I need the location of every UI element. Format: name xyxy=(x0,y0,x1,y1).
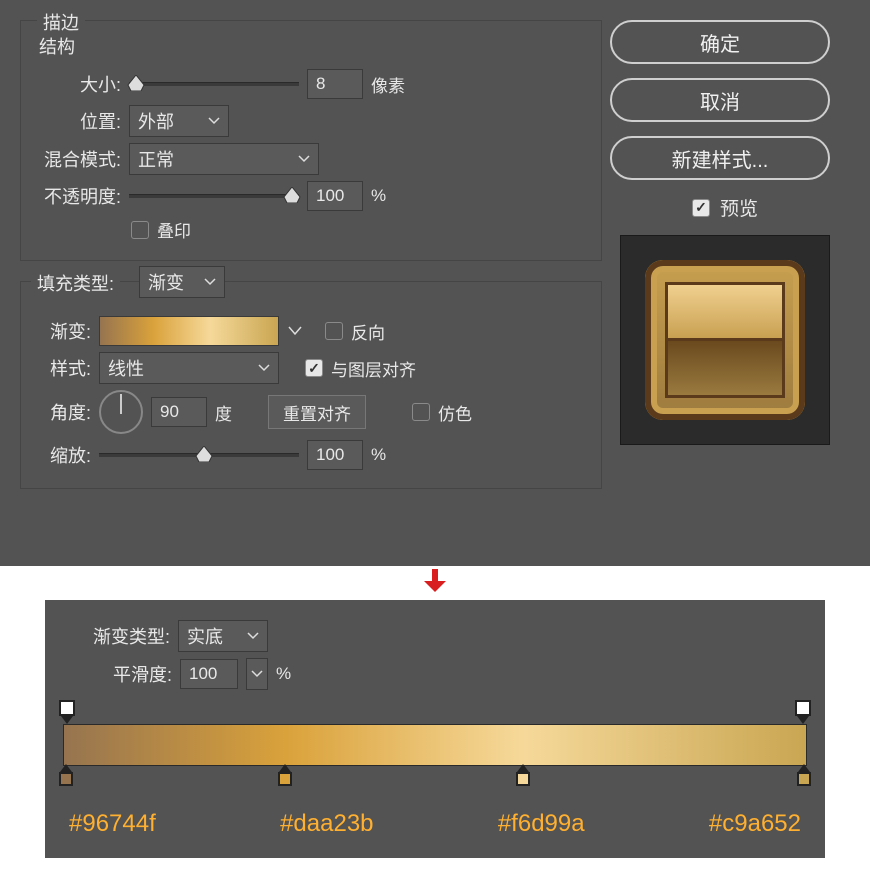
side-panel: 确定 取消 新建样式... 预览 xyxy=(610,0,870,566)
stroke-title: 描边 xyxy=(37,9,85,35)
size-slider[interactable] xyxy=(129,82,299,86)
grad-type-dropdown[interactable]: 实底 xyxy=(178,620,268,652)
angle-input[interactable]: 90 xyxy=(151,397,207,427)
color-stop-2[interactable] xyxy=(278,766,292,786)
chevron-down-icon xyxy=(247,632,259,640)
reverse-label: 反向 xyxy=(351,319,385,344)
size-unit: 像素 xyxy=(371,72,405,97)
fill-fieldset: 填充类型: 渐变 渐变: 反向 样式: xyxy=(20,281,602,489)
align-label: 与图层对齐 xyxy=(331,356,416,381)
angle-dial[interactable] xyxy=(99,390,143,434)
opacity-stop-right[interactable] xyxy=(795,700,811,722)
chevron-down-icon xyxy=(298,155,310,163)
structure-title: 结构 xyxy=(39,33,591,59)
angle-label: 角度: xyxy=(31,399,91,425)
opacity-stop-left[interactable] xyxy=(59,700,75,722)
hex-4: #c9a652 xyxy=(709,810,801,838)
scale-slider[interactable] xyxy=(99,453,299,457)
new-style-button[interactable]: 新建样式... xyxy=(610,136,830,180)
hex-3: #f6d99a xyxy=(498,810,585,838)
position-label: 位置: xyxy=(31,108,121,134)
hex-2: #daa23b xyxy=(280,810,373,838)
scale-input[interactable]: 100 xyxy=(307,440,363,470)
reverse-checkbox[interactable] xyxy=(325,322,343,340)
align-checkbox[interactable] xyxy=(305,359,323,377)
opacity-label: 不透明度: xyxy=(31,183,121,209)
preview-checkbox[interactable] xyxy=(692,199,710,217)
dither-label: 仿色 xyxy=(438,400,472,425)
color-stop-1[interactable] xyxy=(59,766,73,786)
reset-align-button[interactable]: 重置对齐 xyxy=(268,395,366,429)
smooth-dropdown[interactable] xyxy=(246,658,268,690)
preview-label: 预览 xyxy=(720,194,758,221)
hex-1: #96744f xyxy=(69,810,156,838)
scale-label: 缩放: xyxy=(31,442,91,468)
overprint-checkbox[interactable] xyxy=(131,221,149,239)
chevron-down-icon[interactable] xyxy=(288,323,302,341)
main-panel: 描边 结构 大小: 8 像素 位置: 外部 xyxy=(0,0,610,566)
grad-type-label: 渐变类型: xyxy=(93,623,170,649)
scale-unit: % xyxy=(371,445,386,465)
style-dropdown[interactable]: 线性 xyxy=(99,352,279,384)
smooth-input[interactable]: 100 xyxy=(180,659,238,689)
angle-unit: 度 xyxy=(215,400,232,425)
overprint-label: 叠印 xyxy=(157,217,191,242)
chevron-down-icon xyxy=(258,364,270,372)
smooth-label: 平滑度: xyxy=(113,661,172,687)
opacity-unit: % xyxy=(371,186,386,206)
gradient-label: 渐变: xyxy=(31,318,91,344)
chevron-down-icon xyxy=(204,278,216,286)
blend-dropdown[interactable]: 正常 xyxy=(129,143,319,175)
smooth-unit: % xyxy=(276,664,291,684)
size-label: 大小: xyxy=(31,71,121,97)
blend-label: 混合模式: xyxy=(31,146,121,172)
layer-style-dialog: 描边 结构 大小: 8 像素 位置: 外部 xyxy=(0,0,870,566)
chevron-down-icon xyxy=(251,670,263,678)
ok-button[interactable]: 确定 xyxy=(610,20,830,64)
gold-icon xyxy=(645,260,805,420)
gradient-bar-wrap xyxy=(63,700,807,810)
size-input[interactable]: 8 xyxy=(307,69,363,99)
cancel-button[interactable]: 取消 xyxy=(610,78,830,122)
stroke-fieldset: 描边 结构 大小: 8 像素 位置: 外部 xyxy=(20,20,602,261)
arrow-down-icon xyxy=(0,566,870,596)
opacity-slider[interactable] xyxy=(129,194,299,198)
gradient-editor: 渐变类型: 实底 平滑度: 100 % xyxy=(45,600,825,858)
color-stop-3[interactable] xyxy=(516,766,530,786)
gradient-swatch[interactable] xyxy=(99,316,279,346)
fill-type-row: 填充类型: xyxy=(31,270,120,296)
style-label: 样式: xyxy=(31,355,91,381)
color-stop-4[interactable] xyxy=(797,766,811,786)
dither-checkbox[interactable] xyxy=(412,403,430,421)
fill-type-dropdown[interactable]: 渐变 xyxy=(139,266,225,298)
opacity-input[interactable]: 100 xyxy=(307,181,363,211)
position-dropdown[interactable]: 外部 xyxy=(129,105,229,137)
gradient-bar[interactable] xyxy=(63,724,807,766)
chevron-down-icon xyxy=(208,117,220,125)
preview-swatch xyxy=(620,235,830,445)
